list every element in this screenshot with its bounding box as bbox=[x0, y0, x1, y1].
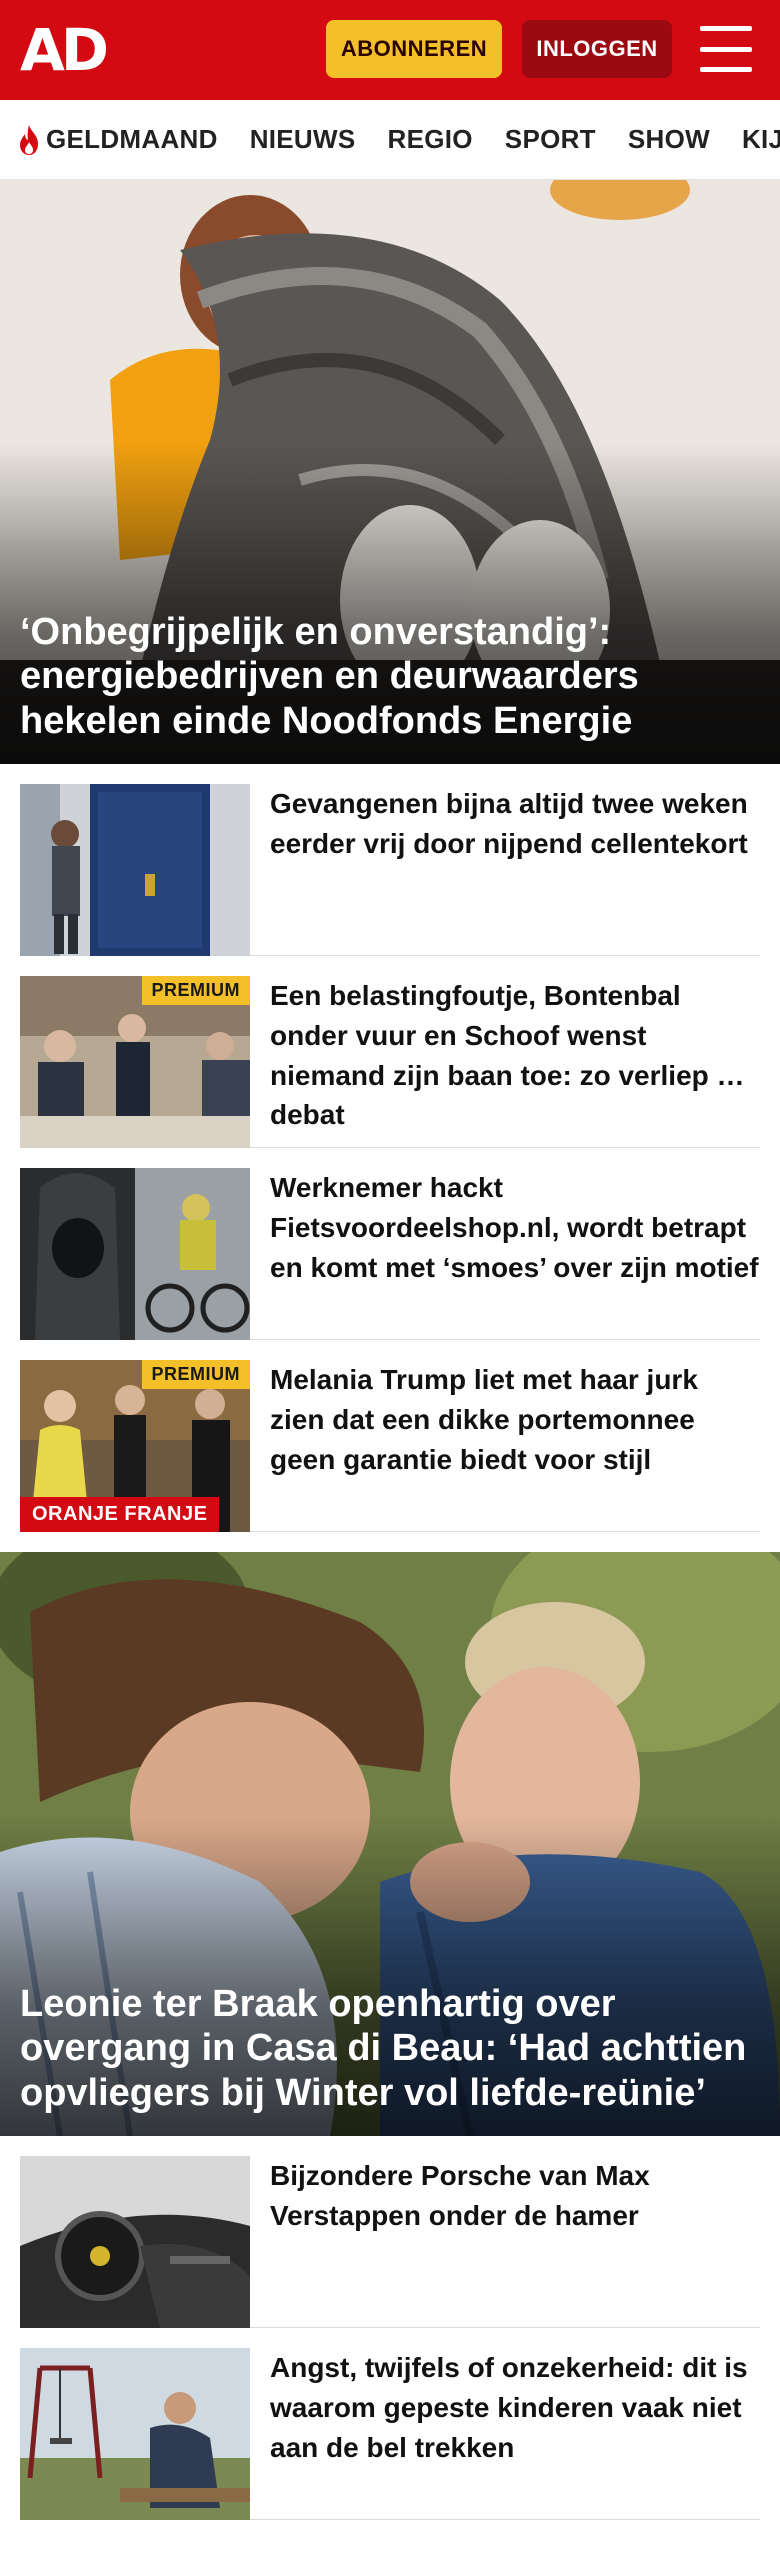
article-list: Gevangenen bijna altijd twee weken eerde… bbox=[0, 764, 780, 1532]
login-button[interactable]: INLOGGEN bbox=[522, 20, 672, 78]
ad-logo[interactable]: AD bbox=[20, 21, 120, 79]
article-title[interactable]: Angst, twijfels of onzekerheid: dit is w… bbox=[270, 2348, 760, 2499]
list-item[interactable]: Werknemer hackt Fietsvoordeelshop.nl, wo… bbox=[20, 1148, 760, 1340]
article-thumbnail bbox=[20, 1168, 250, 1340]
list-item[interactable]: PREMIUM ORANJE FRANJE Melania Trump liet… bbox=[20, 1340, 760, 1532]
article-thumbnail bbox=[20, 2156, 250, 2328]
nav-item-regio[interactable]: REGIO bbox=[388, 124, 473, 155]
article-title[interactable]: Een belastingfoutje, Bontenbal onder vuu… bbox=[270, 976, 760, 1127]
hero-article-casa-di-beau[interactable]: Leonie ter Braak openhartig over overgan… bbox=[0, 1552, 780, 2136]
premium-badge: PREMIUM bbox=[141, 976, 250, 1005]
list-item[interactable]: Angst, twijfels of onzekerheid: dit is w… bbox=[20, 2328, 760, 2520]
article-title[interactable]: Melania Trump liet met haar jurk zien da… bbox=[270, 1360, 760, 1511]
nav-label: GELDMAAND bbox=[46, 124, 218, 154]
article-list: Bijzondere Porsche van Max Verstappen on… bbox=[0, 2136, 780, 2520]
section-nav: GELDMAAND NIEUWS REGIO SPORT SHOW KIJK bbox=[0, 100, 780, 180]
section-tag[interactable]: ORANJE FRANJE bbox=[20, 1497, 220, 1532]
nav-item-kijk[interactable]: KIJK bbox=[742, 124, 780, 155]
flame-icon bbox=[20, 124, 38, 155]
nav-item-geldmaand[interactable]: GELDMAAND bbox=[16, 124, 218, 156]
nav-item-show[interactable]: SHOW bbox=[628, 124, 710, 155]
list-item[interactable]: Gevangenen bijna altijd twee weken eerde… bbox=[20, 764, 760, 956]
article-title[interactable]: Bijzondere Porsche van Max Verstappen on… bbox=[270, 2156, 760, 2307]
nav-item-nieuws[interactable]: NIEUWS bbox=[250, 124, 356, 155]
list-item[interactable]: Bijzondere Porsche van Max Verstappen on… bbox=[20, 2136, 760, 2328]
nav-label: NIEUWS bbox=[249, 124, 356, 154]
nav-label: KIJK bbox=[741, 124, 780, 154]
premium-badge: PREMIUM bbox=[141, 1360, 250, 1389]
article-title[interactable]: Gevangenen bijna altijd twee weken eerde… bbox=[270, 784, 760, 935]
article-thumbnail bbox=[20, 784, 250, 956]
article-thumbnail bbox=[20, 2348, 250, 2520]
nav-label: SHOW bbox=[627, 124, 710, 154]
top-bar: AD ABONNEREN INLOGGEN bbox=[0, 0, 780, 100]
hero-article-energy[interactable]: ‘Onbegrijpelijk en onverstandig’: energi… bbox=[0, 180, 780, 764]
article-title[interactable]: Werknemer hackt Fietsvoordeelshop.nl, wo… bbox=[270, 1168, 760, 1319]
list-item[interactable]: PREMIUM Een belastingfoutje, Bontenbal o… bbox=[20, 956, 760, 1148]
menu-icon[interactable] bbox=[700, 26, 752, 72]
hero-headline[interactable]: Leonie ter Braak openhartig over overgan… bbox=[20, 1982, 760, 2116]
hero-headline[interactable]: ‘Onbegrijpelijk en onverstandig’: energi… bbox=[20, 610, 760, 744]
article-thumbnail: PREMIUM bbox=[20, 976, 250, 1148]
article-thumbnail: PREMIUM ORANJE FRANJE bbox=[20, 1360, 250, 1532]
subscribe-button[interactable]: ABONNEREN bbox=[326, 20, 502, 78]
nav-label: SPORT bbox=[504, 124, 596, 154]
nav-label: REGIO bbox=[387, 124, 473, 154]
nav-item-sport[interactable]: SPORT bbox=[505, 124, 596, 155]
